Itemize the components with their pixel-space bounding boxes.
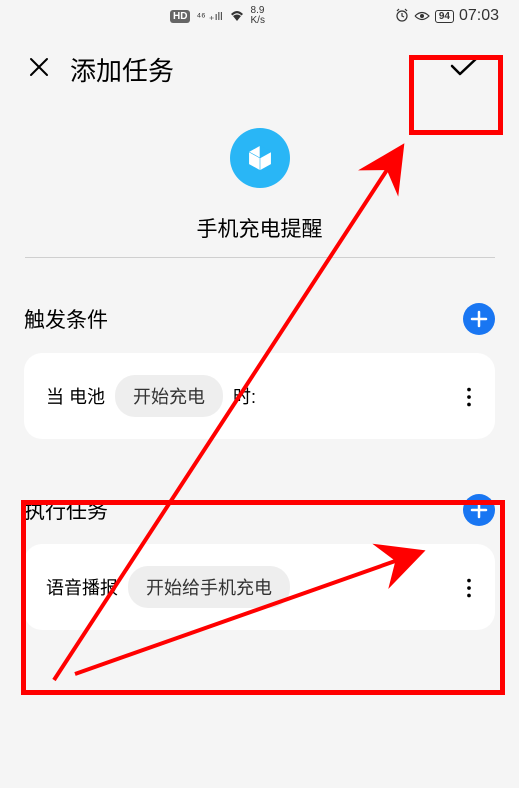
status-bar: HD ⁴⁶ ₊ıll 8.9K/s 94 07:03: [0, 0, 519, 30]
page-header: 添加任务: [0, 30, 519, 108]
confirm-button[interactable]: [439, 48, 491, 90]
wifi-icon: [229, 8, 245, 24]
trigger-card[interactable]: 当 电池 开始充电 时: ︙: [24, 353, 495, 439]
close-button[interactable]: [28, 54, 50, 85]
action-more-button[interactable]: ︙: [462, 577, 473, 598]
action-value-pill[interactable]: 开始给手机充电: [128, 566, 290, 608]
trigger-section: 触发条件 当 电池 开始充电 时: ︙: [0, 278, 519, 439]
action-prefix: 语音播报: [46, 574, 118, 600]
task-type-icon[interactable]: [230, 128, 290, 188]
trigger-suffix: 时:: [233, 383, 256, 409]
signal-icon: ⁴⁶ ₊ıll: [196, 10, 222, 23]
trigger-more-button[interactable]: ︙: [462, 386, 473, 407]
eye-icon: [414, 8, 430, 24]
action-section-title: 执行任务: [24, 495, 108, 525]
network-speed: 8.9K/s: [251, 6, 265, 26]
trigger-value-pill[interactable]: 开始充电: [115, 375, 223, 417]
add-trigger-button[interactable]: [463, 303, 495, 335]
add-action-button[interactable]: [463, 494, 495, 526]
page-title: 添加任务: [70, 51, 174, 88]
trigger-prefix: 当 电池: [46, 383, 105, 409]
battery-indicator: 94: [435, 10, 454, 23]
alarm-icon: [395, 8, 409, 25]
clock-time: 07:03: [459, 7, 499, 25]
action-card[interactable]: 语音播报 开始给手机充电 ︙: [24, 544, 495, 630]
trigger-section-title: 触发条件: [24, 304, 108, 334]
task-name-input[interactable]: 手机充电提醒: [197, 213, 323, 247]
action-section: 执行任务 语音播报 开始给手机充电 ︙: [0, 439, 519, 630]
divider: [25, 257, 495, 258]
hd-badge: HD: [170, 10, 190, 23]
